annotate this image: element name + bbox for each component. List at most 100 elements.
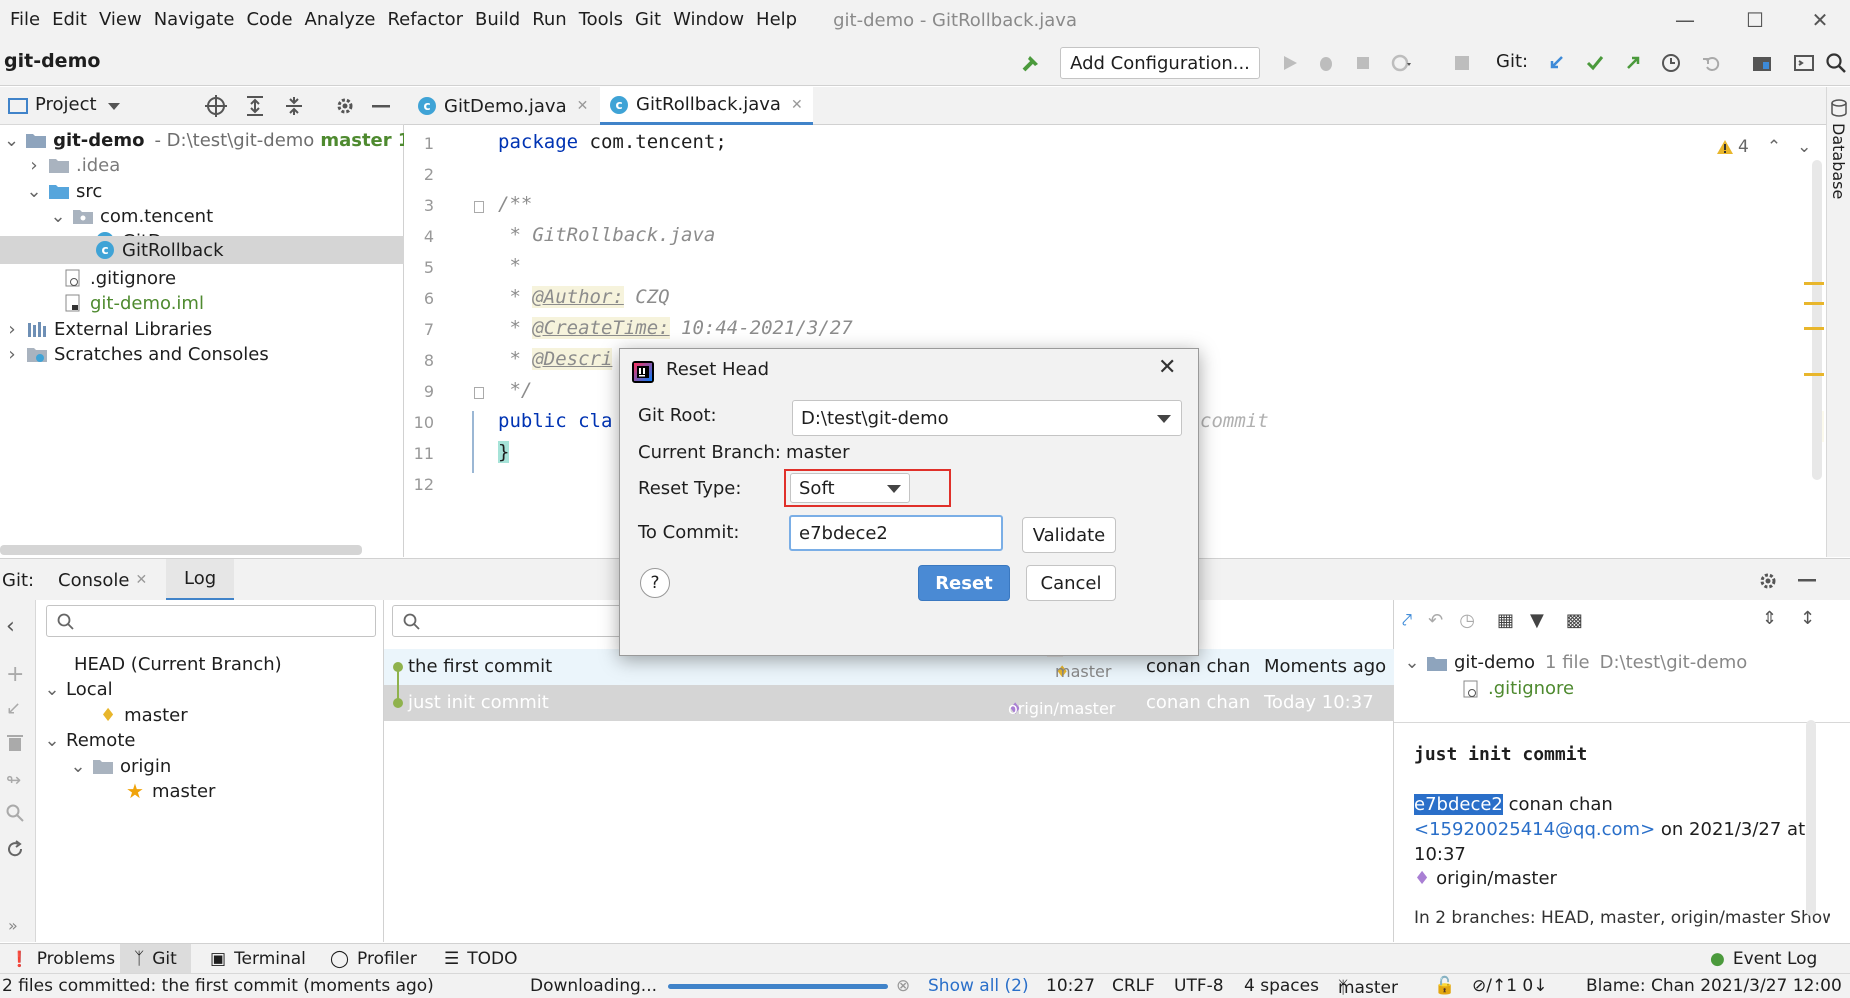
close-dialog-icon[interactable]: ✕ — [1158, 355, 1176, 380]
add-configuration-button[interactable]: Add Configuration... — [1060, 47, 1260, 79]
project-view-title[interactable]: Project — [35, 94, 97, 115]
caret-position[interactable]: 10:27 — [1046, 976, 1095, 996]
search-icon[interactable] — [6, 804, 24, 822]
warning-stripe[interactable] — [1804, 302, 1824, 305]
menu-view[interactable]: View — [93, 0, 148, 40]
close-tab-icon[interactable]: ✕ — [791, 97, 803, 113]
chevron-down-icon[interactable]: ⌄ — [70, 756, 86, 777]
maximize-icon[interactable]: ☐ — [1725, 0, 1785, 40]
refresh-icon[interactable] — [6, 840, 24, 858]
horizontal-scrollbar[interactable] — [0, 545, 362, 555]
menu-help[interactable]: Help — [750, 0, 803, 40]
filter-icon[interactable]: ▼ — [1530, 610, 1544, 631]
search-everywhere-icon[interactable] — [1822, 49, 1850, 77]
tool-problems[interactable]: ❗ Problems — [10, 944, 115, 974]
database-tool-label[interactable]: Database — [1829, 123, 1848, 199]
menu-tools[interactable]: Tools — [573, 0, 629, 40]
reset-button[interactable]: Reset — [918, 565, 1010, 601]
close-tab-icon[interactable]: ✕ — [135, 572, 147, 588]
menu-edit[interactable]: Edit — [46, 0, 93, 40]
tool-todo[interactable]: ☰ TODO — [444, 944, 518, 974]
chevron-down-icon[interactable]: ⌄ — [44, 679, 60, 700]
inspection-widget[interactable]: 4 ⌃ ⌄ — [1716, 137, 1811, 157]
status-message[interactable]: 2 files committed: the first commit (mom… — [2, 976, 434, 996]
help-button[interactable]: ? — [640, 568, 670, 598]
minimize-icon[interactable]: — — [1655, 0, 1715, 40]
layout-icon[interactable]: ▩ — [1566, 610, 1583, 631]
checkout-icon[interactable]: ↙ — [6, 698, 21, 719]
reset-type-select[interactable]: Soft — [790, 473, 910, 503]
details-scrollbar[interactable] — [1806, 720, 1816, 916]
menu-navigate[interactable]: Navigate — [148, 0, 241, 40]
menu-analyze[interactable]: Analyze — [299, 0, 382, 40]
collapse-all-icon[interactable]: ↕ — [1800, 608, 1815, 629]
git-root-select[interactable]: D:\test\git-demo — [792, 400, 1182, 436]
tool-profiler[interactable]: ◯ Profiler — [330, 944, 417, 974]
menu-file[interactable]: File — [0, 0, 46, 40]
project-name[interactable]: git-demo — [4, 50, 100, 72]
log-search-input[interactable] — [392, 605, 622, 637]
chevron-down-icon[interactable]: ⌄ — [1404, 652, 1420, 673]
revert-icon[interactable]: ↶ — [1428, 610, 1443, 631]
cancel-button[interactable]: Cancel — [1026, 565, 1116, 601]
gear-icon[interactable] — [1758, 571, 1778, 591]
fold-marker-icon[interactable] — [474, 201, 484, 213]
cherry-pick-icon[interactable]: ⤤ — [1402, 610, 1412, 631]
git-sync-status[interactable]: ⊘/↑1 0↓ — [1472, 976, 1548, 996]
author-email-link[interactable]: <15920025414@qq.com> — [1414, 819, 1655, 840]
commit-hash[interactable]: e7bdece2 — [1414, 794, 1503, 815]
tool-event-log[interactable]: ● Event Log — [1710, 944, 1817, 974]
chevron-down-icon[interactable]: ⌄ — [50, 206, 66, 227]
chevron-down-icon[interactable] — [108, 103, 120, 111]
menu-code[interactable]: Code — [240, 0, 298, 40]
merge-icon[interactable]: ↬ — [6, 770, 21, 791]
chevron-down-icon[interactable]: ⌄ — [4, 130, 19, 151]
project-structure-icon[interactable] — [1748, 49, 1776, 77]
terminal-window-icon[interactable] — [1790, 49, 1818, 77]
history-icon[interactable]: ◷ — [1459, 610, 1475, 631]
tree-item-scratches[interactable]: › Scratches and Consoles — [0, 339, 404, 369]
coverage-icon[interactable] — [1350, 49, 1378, 77]
editor-scrollbar[interactable] — [1812, 160, 1822, 480]
changed-file[interactable]: .gitignore — [1460, 678, 1574, 699]
validate-button[interactable]: Validate — [1022, 517, 1116, 553]
chevron-right-icon[interactable]: › — [4, 319, 20, 340]
warning-stripe[interactable] — [1804, 282, 1824, 285]
warning-stripe[interactable] — [1804, 327, 1824, 330]
gear-icon[interactable] — [335, 96, 355, 116]
tool-git[interactable]: ᛉ Git — [120, 944, 191, 974]
group-by-icon[interactable]: ▦ — [1497, 610, 1514, 631]
fold-marker-icon[interactable] — [474, 387, 484, 399]
tab-log[interactable]: Log — [166, 559, 235, 601]
branch-search-input[interactable] — [46, 605, 376, 637]
build-hammer-icon[interactable] — [1017, 49, 1045, 77]
git-push-icon[interactable] — [1619, 49, 1647, 77]
log-row-init-commit[interactable]: just init commit ♦ origin/master conan ch… — [384, 685, 1394, 721]
expand-all-icon[interactable]: ⇕ — [1762, 608, 1777, 629]
next-highlight-icon[interactable]: ⌄ — [1797, 137, 1811, 157]
show-all-tasks-link[interactable]: Show all (2) — [928, 976, 1029, 996]
line-separator[interactable]: CRLF — [1112, 976, 1155, 996]
add-icon[interactable]: + — [6, 662, 24, 687]
changes-root[interactable]: ⌄ git-demo 1 file D:\test\git-demo — [1404, 652, 1747, 673]
menu-build[interactable]: Build — [469, 0, 526, 40]
git-update-icon[interactable] — [1543, 49, 1571, 77]
hide-panel-icon[interactable] — [372, 105, 390, 108]
indent-setting[interactable]: 4 spaces — [1244, 976, 1319, 996]
chevron-right-icon[interactable]: › — [26, 155, 42, 176]
chevron-left-icon[interactable]: ‹ — [6, 614, 15, 639]
rollback-icon[interactable] — [1697, 49, 1725, 77]
close-tab-icon[interactable]: ✕ — [577, 98, 589, 114]
menu-git[interactable]: Git — [629, 0, 667, 40]
chevron-right-icon[interactable]: › — [4, 344, 20, 365]
git-commit-icon[interactable] — [1581, 49, 1609, 77]
close-window-icon[interactable]: ✕ — [1790, 0, 1850, 40]
tree-item-gitrollback[interactable]: c GitRollback — [0, 236, 404, 264]
collapse-all-icon[interactable] — [284, 95, 304, 117]
menu-run[interactable]: Run — [526, 0, 573, 40]
more-actions-icon[interactable]: » — [8, 916, 18, 935]
menu-refactor[interactable]: Refactor — [381, 0, 469, 40]
hide-panel-icon[interactable] — [1798, 579, 1816, 582]
history-icon[interactable] — [1657, 49, 1685, 77]
tab-console[interactable]: Console ✕ — [58, 559, 147, 601]
